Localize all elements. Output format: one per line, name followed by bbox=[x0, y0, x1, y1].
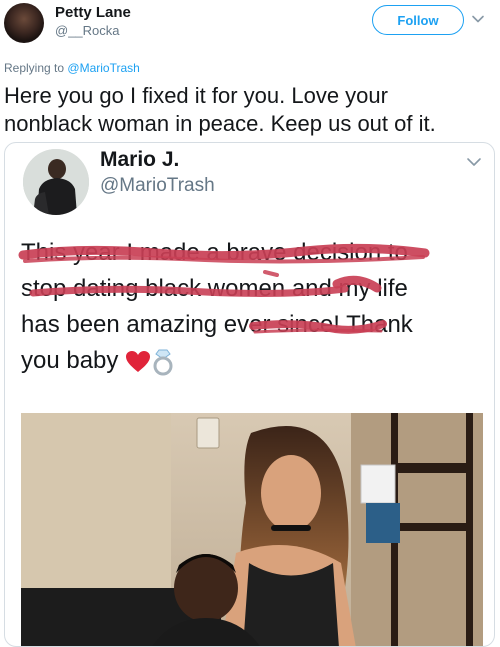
person-silhouette-icon bbox=[23, 149, 89, 215]
reply-mention-link[interactable]: @MarioTrash bbox=[67, 61, 139, 75]
quoted-tweet-text: This year I made a brave decision to sto… bbox=[21, 235, 491, 379]
avatar[interactable] bbox=[4, 3, 44, 43]
red-heart-icon bbox=[126, 350, 151, 372]
couple-photo-image bbox=[21, 413, 483, 646]
quoted-avatar[interactable] bbox=[23, 149, 89, 215]
quoted-display-name[interactable]: Mario J. bbox=[100, 148, 179, 172]
author-display-name[interactable]: Petty Lane bbox=[55, 4, 131, 21]
quoted-tweet-card[interactable]: Mario J. @MarioTrash This year I made a … bbox=[4, 142, 495, 647]
follow-button[interactable]: Follow bbox=[372, 5, 464, 35]
tweet-photo[interactable] bbox=[21, 413, 483, 646]
author-handle[interactable]: @__Rocka bbox=[55, 23, 120, 38]
replying-to-label: Replying to bbox=[4, 61, 65, 75]
quoted-text-line: This year I made a brave decision to bbox=[21, 239, 408, 266]
tweet-text-line: Here you go I fixed it for you. Love you… bbox=[4, 83, 388, 108]
replying-to: Replying to @MarioTrash bbox=[4, 61, 140, 75]
quoted-text-line: stop dating black women and my life bbox=[21, 275, 408, 302]
chevron-down-icon[interactable] bbox=[471, 12, 485, 26]
quoted-handle[interactable]: @MarioTrash bbox=[100, 175, 215, 197]
ring-icon bbox=[153, 349, 173, 376]
quoted-text-line-4: you baby bbox=[21, 343, 491, 379]
chevron-down-icon[interactable] bbox=[466, 155, 482, 169]
quoted-text-line: you baby bbox=[21, 347, 119, 374]
quoted-text-line: has been amazing ever since! Thank bbox=[21, 311, 413, 338]
tweet-text-line: nonblack woman in peace. Keep us out of … bbox=[4, 111, 436, 136]
tweet-text: Here you go I fixed it for you. Love you… bbox=[4, 82, 496, 138]
